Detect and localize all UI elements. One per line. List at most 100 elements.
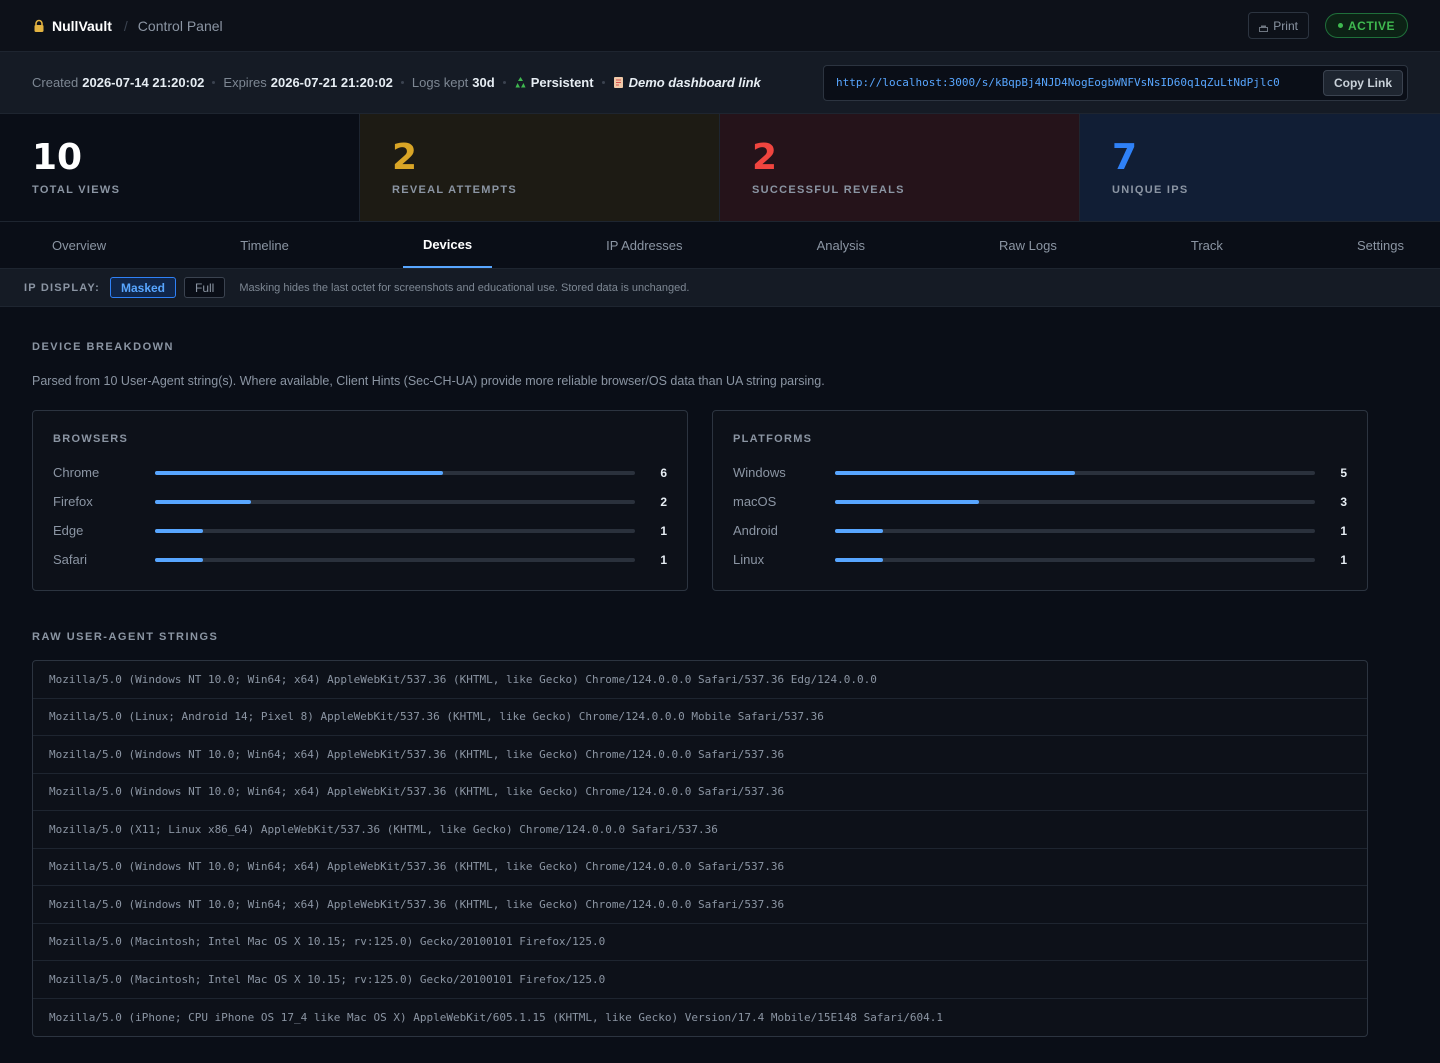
ua-row: Mozilla/5.0 (X11; Linux x86_64) AppleWeb… bbox=[33, 811, 1367, 849]
tab-ip-addresses[interactable]: IP Addresses bbox=[586, 222, 702, 268]
stat-value: 7 bbox=[1112, 137, 1138, 178]
ua-row: Mozilla/5.0 (Windows NT 10.0; Win64; x64… bbox=[33, 774, 1367, 811]
meta-separator bbox=[502, 81, 506, 84]
meta-separator bbox=[212, 81, 216, 84]
ua-row: Mozilla/5.0 (iPhone; CPU iPhone OS 17_4 … bbox=[49, 1010, 944, 1024]
platform-name: Linux bbox=[733, 552, 765, 567]
platform-name: Windows bbox=[733, 465, 786, 480]
section-title-raw-ua: RAW USER-AGENT STRINGS bbox=[32, 631, 219, 643]
breadcrumb-control-panel: Control Panel bbox=[137, 17, 223, 34]
browser-bar-track bbox=[155, 528, 635, 533]
ua-row: Mozilla/5.0 (Macintosh; Intel Mac OS X 1… bbox=[33, 924, 1367, 961]
logs-info: Logs kept 30d bbox=[412, 75, 495, 90]
browser-row: Firefox 2 bbox=[53, 487, 667, 516]
ua-row: Mozilla/5.0 (Windows NT 10.0; Win64; x64… bbox=[33, 661, 1367, 699]
tab-devices[interactable]: Devices bbox=[402, 222, 493, 268]
browsers-title: BROWSERS bbox=[53, 433, 129, 445]
platform-row: macOS 3 bbox=[733, 487, 1347, 516]
breakdown-cards: BROWSERS Chrome 6 Firefox 2 Edge 1 Safari 1 PLA… bbox=[32, 410, 1408, 591]
device-breakdown-description: Parsed from 10 User-Agent string(s). Whe… bbox=[32, 374, 825, 388]
browser-name: Edge bbox=[53, 523, 84, 538]
stat-successful-reveals: 2 SUCCESSFUL REVEALS bbox=[720, 114, 1080, 221]
devices-content: DEVICE BREAKDOWN Parsed from 10 User-Age… bbox=[0, 307, 1440, 1037]
expires-value: 2026-07-21 21:20:02 bbox=[270, 75, 393, 90]
expires-label: Expires bbox=[223, 75, 267, 90]
ua-row: Mozilla/5.0 (Macintosh; Intel Mac OS X 1… bbox=[33, 961, 1367, 999]
tab-bar: Overview Timeline Devices IP Addresses A… bbox=[0, 222, 1440, 269]
persistent-label: Persistent bbox=[530, 75, 594, 90]
ip-display-bar: IP DISPLAY: Masked Full Masking hides th… bbox=[0, 269, 1440, 307]
platform-bar-track bbox=[835, 499, 1315, 504]
ua-row: Mozilla/5.0 (Windows NT 10.0; Win64; x64… bbox=[33, 736, 1367, 774]
ip-display-note: Masking hides the last octet for screens… bbox=[239, 281, 690, 294]
tab-track[interactable]: Track bbox=[1171, 222, 1243, 268]
browser-bar-fill bbox=[155, 528, 203, 533]
stat-label: SUCCESSFUL REVEALS bbox=[752, 184, 905, 196]
platform-row: Linux 1 bbox=[733, 545, 1347, 574]
info-bar: Created 2026-07-14 21:20:02 Expires 2026… bbox=[0, 52, 1440, 114]
print-button[interactable]: Print bbox=[1248, 12, 1309, 39]
meta-info: Created 2026-07-14 21:20:02 Expires 2026… bbox=[32, 75, 761, 90]
tab-settings[interactable]: Settings bbox=[1337, 222, 1424, 268]
tab-raw-logs[interactable]: Raw Logs bbox=[979, 222, 1077, 268]
logs-value: 30d bbox=[472, 75, 495, 90]
tab-timeline[interactable]: Timeline bbox=[220, 222, 309, 268]
stat-label: REVEAL ATTEMPTS bbox=[392, 184, 518, 196]
platform-bar-fill bbox=[835, 528, 883, 533]
browser-row: Safari 1 bbox=[53, 545, 667, 574]
status-label: ACTIVE bbox=[1347, 18, 1395, 33]
browser-count: 2 bbox=[660, 494, 667, 509]
tab-overview[interactable]: Overview bbox=[32, 222, 126, 268]
demo-dashboard-link[interactable]: Demo dashboard link bbox=[629, 75, 761, 90]
stat-value: 2 bbox=[752, 137, 778, 178]
brand: NullVault bbox=[32, 18, 112, 34]
ip-display-label: IP DISPLAY: bbox=[24, 281, 100, 294]
recycle-icon bbox=[514, 76, 527, 89]
browsers-card: BROWSERS Chrome 6 Firefox 2 Edge 1 Safari 1 bbox=[32, 410, 688, 591]
logs-label: Logs kept bbox=[411, 75, 469, 90]
copy-link-button[interactable]: Copy Link bbox=[1322, 69, 1403, 96]
platform-row: Android 1 bbox=[733, 516, 1347, 545]
browser-bar-track bbox=[155, 557, 635, 562]
status-dot bbox=[1337, 23, 1343, 28]
browser-bar-fill bbox=[155, 470, 443, 475]
browser-count: 1 bbox=[660, 552, 667, 567]
print-label: Print bbox=[1273, 18, 1298, 33]
share-url[interactable]: http://localhost:3000/s/kBqpBj4NJD4NogEo… bbox=[836, 76, 1317, 89]
lock-icon bbox=[32, 19, 46, 33]
browsers-list: Chrome 6 Firefox 2 Edge 1 Safari 1 bbox=[53, 458, 667, 574]
stat-total-views: 10 TOTAL VIEWS bbox=[0, 114, 360, 221]
stat-value: 2 bbox=[392, 137, 418, 178]
platform-name: Android bbox=[733, 523, 778, 538]
browser-bar-fill bbox=[155, 557, 203, 562]
ip-masked-toggle[interactable]: Masked bbox=[109, 277, 176, 298]
created-value: 2026-07-14 21:20:02 bbox=[82, 75, 205, 90]
created-label: Created bbox=[32, 75, 79, 90]
brand-name[interactable]: NullVault bbox=[52, 18, 112, 34]
browser-bar-track bbox=[155, 470, 635, 475]
ua-row: Mozilla/5.0 (Windows NT 10.0; Win64; x64… bbox=[33, 886, 1367, 924]
tab-analysis[interactable]: Analysis bbox=[797, 222, 885, 268]
platform-row: Windows 5 bbox=[733, 458, 1347, 487]
platforms-title: PLATFORMS bbox=[733, 433, 813, 445]
stat-label: TOTAL VIEWS bbox=[32, 184, 121, 196]
platforms-list: Windows 5 macOS 3 Android 1 Linux 1 bbox=[733, 458, 1347, 574]
browser-name: Firefox bbox=[53, 494, 93, 509]
meta-separator bbox=[601, 81, 605, 84]
breadcrumb-separator: / bbox=[123, 17, 128, 34]
top-bar: NullVault / Control Panel Print ACTIVE bbox=[0, 0, 1440, 52]
persistent-info: Persistent bbox=[514, 75, 594, 90]
platform-count: 1 bbox=[1340, 552, 1347, 567]
browser-row: Edge 1 bbox=[53, 516, 667, 545]
platform-count: 1 bbox=[1340, 523, 1347, 538]
platform-bar-track bbox=[835, 470, 1315, 475]
ip-full-toggle[interactable]: Full bbox=[184, 277, 226, 298]
ua-row: Mozilla/5.0 (Linux; Android 14; Pixel 8)… bbox=[33, 699, 1367, 736]
platform-bar-fill bbox=[835, 470, 1075, 475]
ua-row: Mozilla/5.0 (Windows NT 10.0; Win64; x64… bbox=[33, 849, 1367, 886]
stats-row: 10 TOTAL VIEWS 2 REVEAL ATTEMPTS 2 SUCCE… bbox=[0, 114, 1440, 222]
printer-icon bbox=[1259, 22, 1269, 32]
browser-name: Chrome bbox=[53, 465, 100, 480]
platforms-card: PLATFORMS Windows 5 macOS 3 Android 1 Linux 1 bbox=[712, 410, 1368, 591]
platform-bar-track bbox=[835, 557, 1315, 562]
